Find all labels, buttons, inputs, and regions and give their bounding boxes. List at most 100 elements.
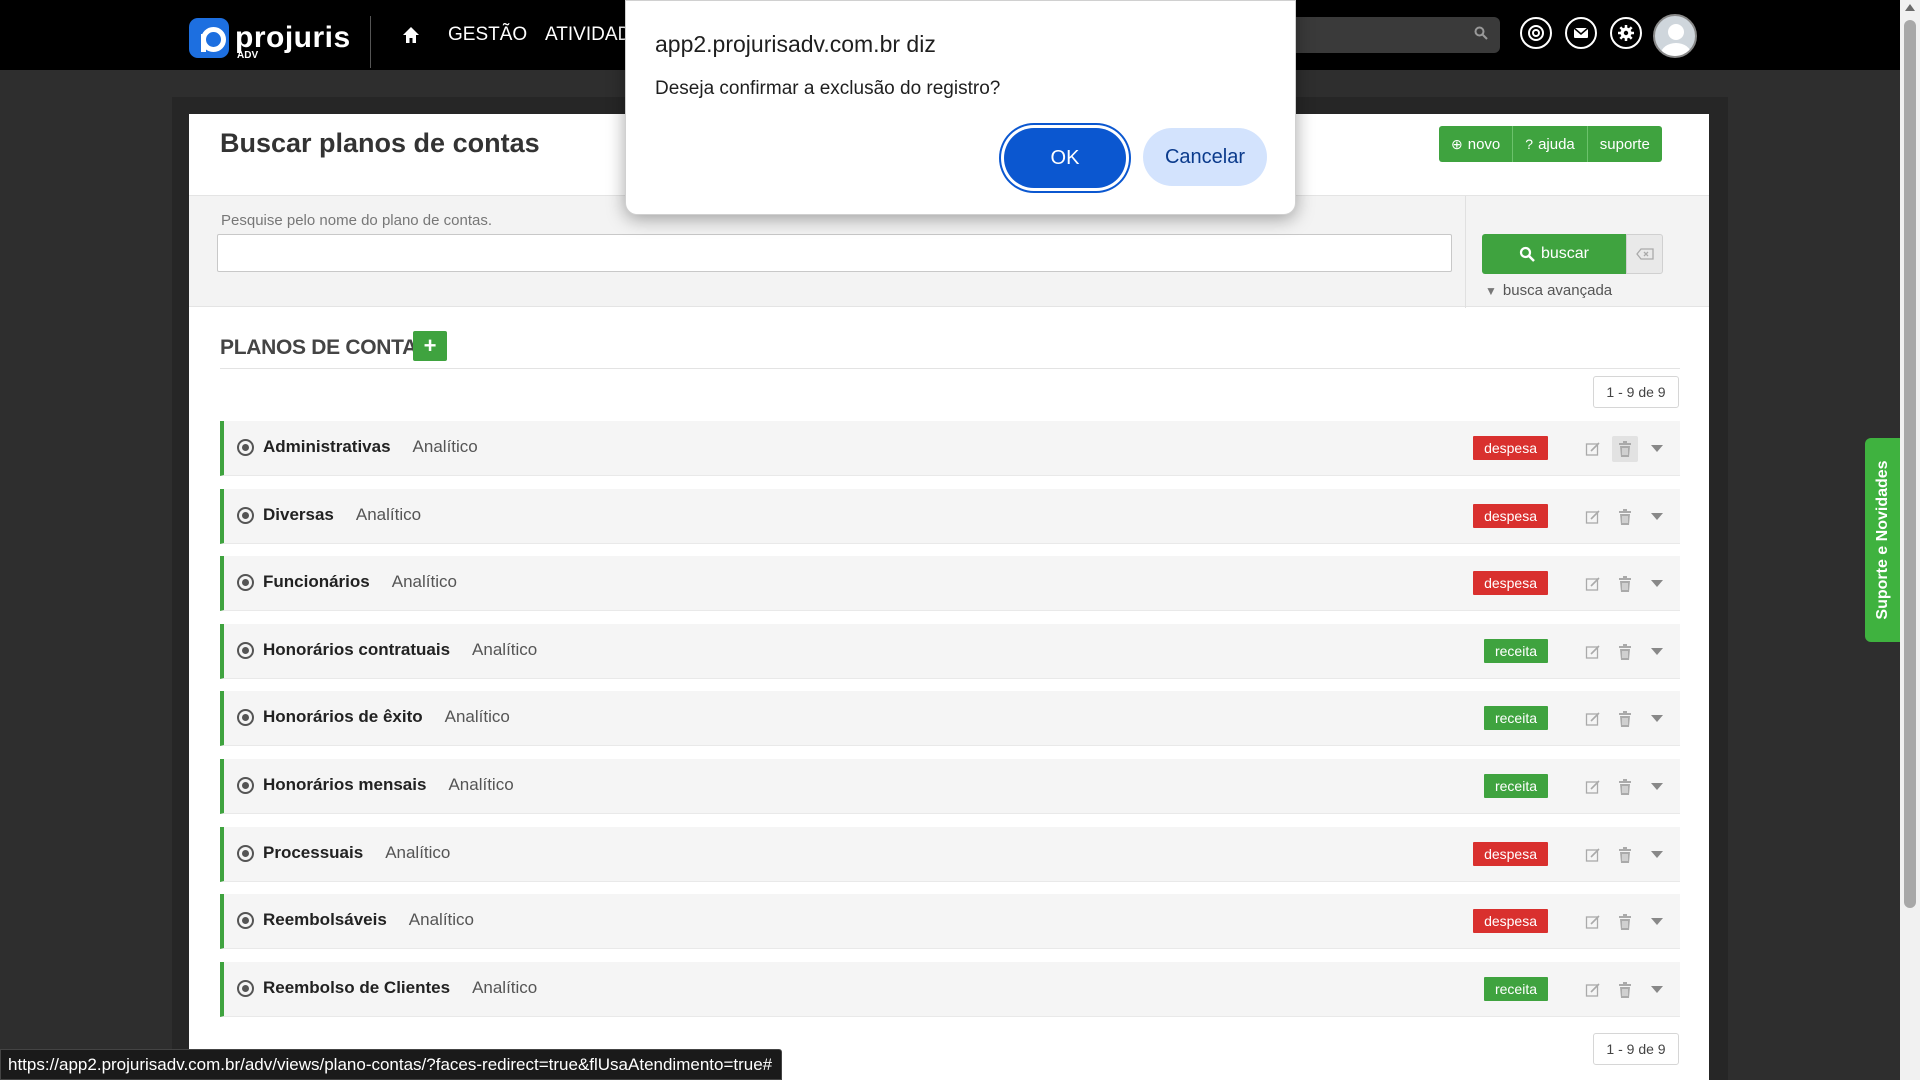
plano-name: Honorários de êxito Analítico <box>263 707 510 727</box>
plano-name-text: Funcionários <box>263 572 370 592</box>
kind-badge: despesa <box>1473 909 1548 934</box>
plano-type: Analítico <box>448 774 514 794</box>
scrollbar-thumb[interactable] <box>1904 20 1916 908</box>
edit-icon[interactable] <box>1580 909 1606 935</box>
chevron-down-icon[interactable] <box>1644 774 1670 800</box>
plano-name-text: Honorários contratuais <box>263 639 451 659</box>
trash-icon[interactable] <box>1612 842 1638 868</box>
chevron-down-icon[interactable] <box>1644 909 1670 935</box>
trash-icon[interactable] <box>1612 436 1638 462</box>
trash-icon[interactable] <box>1612 571 1638 597</box>
list-item[interactable]: Funcionários Analítico despesa <box>220 556 1680 612</box>
trash-icon[interactable] <box>1612 639 1638 665</box>
plano-name: Reembolsáveis Analítico <box>263 910 474 930</box>
plano-type: Analítico <box>355 504 422 524</box>
chevron-down-icon: ▼ <box>1485 284 1497 298</box>
trash-icon[interactable] <box>1612 977 1638 1003</box>
buscar-button[interactable]: buscar <box>1482 234 1626 274</box>
kind-badge: despesa <box>1473 571 1548 596</box>
ok-button[interactable]: OK <box>1004 128 1126 188</box>
list-item[interactable]: Diversas Analítico despesa <box>220 488 1680 544</box>
ajuda-button[interactable]: ? ajuda <box>1513 126 1588 162</box>
plano-type: Analítico <box>444 707 510 727</box>
nav-atividades[interactable]: ATIVIDAD <box>545 24 631 46</box>
bullet-icon <box>237 912 254 930</box>
support-news-tab[interactable]: Suporte e Novidades <box>1865 438 1900 642</box>
scroll-up-arrow-icon[interactable] <box>1905 4 1915 11</box>
bullet-icon <box>237 979 254 997</box>
chevron-down-icon[interactable] <box>1644 639 1670 665</box>
plano-type: Analítico <box>412 437 478 456</box>
search-input[interactable] <box>217 234 1452 272</box>
plano-name: Funcionários Analítico <box>263 572 457 592</box>
chevron-down-icon[interactable] <box>1644 706 1670 732</box>
logo-mark-icon <box>189 18 229 58</box>
section-divider <box>220 368 1680 369</box>
list-item[interactable]: Reembolsáveis Analítico despesa <box>220 894 1680 950</box>
busca-avancada-label: busca avançada <box>1502 282 1613 299</box>
backspace-icon <box>1635 248 1654 260</box>
search-icon <box>1519 246 1535 262</box>
chevron-down-icon[interactable] <box>1644 571 1670 597</box>
list-item[interactable]: Honorários de êxito Analítico receita <box>220 691 1680 747</box>
busca-avancada-link[interactable]: ▼ busca avançada <box>1485 282 1612 299</box>
list-item[interactable]: Processuais Analítico despesa <box>220 826 1680 882</box>
pager-bottom: 1 - 9 de 9 <box>1593 1033 1679 1065</box>
global-search-input[interactable] <box>1290 17 1500 53</box>
plano-type: Analítico <box>391 572 457 592</box>
edit-icon[interactable] <box>1580 774 1606 800</box>
list-item[interactable]: Administrativas Analítico despesa <box>220 421 1680 476</box>
edit-icon[interactable] <box>1580 977 1606 1003</box>
trash-icon[interactable] <box>1612 909 1638 935</box>
clear-search-button[interactable] <box>1626 234 1663 274</box>
mail-icon[interactable] <box>1565 17 1597 49</box>
ajuda-label: ajuda <box>1538 135 1575 153</box>
logo-subtext: ADV <box>237 50 259 61</box>
chevron-down-icon[interactable] <box>1644 842 1670 868</box>
chevron-down-icon[interactable] <box>1644 504 1670 530</box>
support-tab-label: Suporte e Novidades <box>1874 460 1891 620</box>
kind-badge: receita <box>1483 773 1548 798</box>
plano-name-text: Honorários de êxito <box>263 707 423 727</box>
bullet-icon <box>237 439 254 456</box>
help-lifebuoy-icon[interactable] <box>1520 17 1552 49</box>
chevron-down-icon[interactable] <box>1644 436 1670 462</box>
plano-name-text: Honorários mensais <box>263 774 427 794</box>
list-item[interactable]: Reembolso de Clientes Analítico receita <box>220 961 1680 1017</box>
header-button-group: ⊕ novo ? ajuda suporte <box>1439 126 1662 162</box>
home-icon[interactable] <box>402 26 420 44</box>
user-avatar[interactable] <box>1653 14 1697 58</box>
bullet-icon <box>237 776 254 794</box>
add-plano-button[interactable]: + <box>413 331 447 361</box>
nav-divider <box>370 16 371 68</box>
novo-button[interactable]: ⊕ novo <box>1439 126 1514 162</box>
suporte-button[interactable]: suporte <box>1587 126 1662 162</box>
plus-circle-icon: ⊕ <box>1451 135 1463 152</box>
edit-icon[interactable] <box>1580 436 1606 462</box>
trash-icon[interactable] <box>1612 774 1638 800</box>
trash-icon[interactable] <box>1612 504 1638 530</box>
edit-icon[interactable] <box>1580 504 1606 530</box>
cancel-button[interactable]: Cancelar <box>1143 128 1267 186</box>
plano-list: Administrativas Analítico despesa Diversas A… <box>220 421 1680 1029</box>
list-item[interactable]: Honorários mensais Analítico receita <box>220 758 1680 814</box>
bullet-icon <box>237 844 254 862</box>
trash-icon[interactable] <box>1612 706 1638 732</box>
plano-name-text: Diversas <box>263 504 334 524</box>
plano-name-text: Administrativas <box>263 437 391 456</box>
edit-icon[interactable] <box>1580 706 1606 732</box>
nav-gestao[interactable]: GESTÃO <box>448 24 527 46</box>
kind-badge: receita <box>1483 706 1548 731</box>
projuris-logo[interactable]: projuris ADV <box>189 18 351 61</box>
bullet-icon <box>237 709 254 727</box>
kind-badge: receita <box>1483 638 1548 663</box>
main-card: Buscar planos de contas ⊕ novo ? ajuda sup… <box>189 114 1709 1080</box>
edit-icon[interactable] <box>1580 571 1606 597</box>
edit-icon[interactable] <box>1580 842 1606 868</box>
kind-badge: despesa <box>1473 503 1548 528</box>
edit-icon[interactable] <box>1580 639 1606 665</box>
search-icon <box>1474 26 1488 40</box>
gear-icon[interactable] <box>1610 17 1642 49</box>
chevron-down-icon[interactable] <box>1644 977 1670 1003</box>
list-item[interactable]: Honorários contratuais Analítico receita <box>220 623 1680 679</box>
